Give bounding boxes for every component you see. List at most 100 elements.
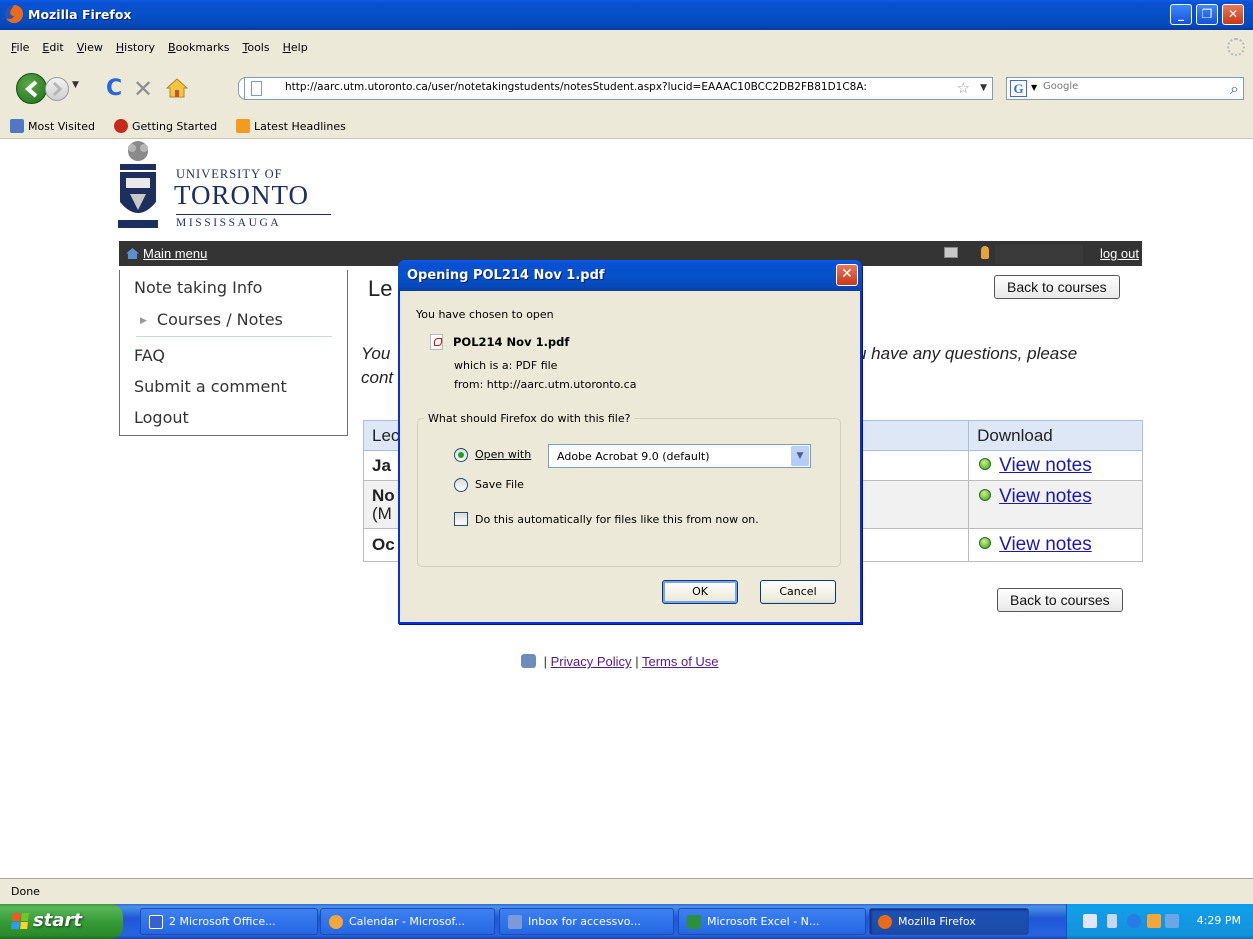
url-dropdown-icon[interactable]: ▼ — [980, 83, 987, 93]
printer-icon[interactable] — [944, 247, 958, 258]
home-footer-icon[interactable] — [521, 654, 536, 668]
green-bullet-icon — [979, 537, 992, 549]
intro-line1-right: u have any questions, please — [857, 344, 1078, 363]
save-file-label[interactable]: Save File — [475, 478, 524, 491]
menu-tools[interactable]: Tools — [237, 41, 277, 54]
tray-app-icon[interactable] — [1165, 914, 1179, 928]
download-cell: View notes — [968, 450, 1143, 481]
taskbar-item-excel[interactable]: Microsoft Excel - N... — [678, 908, 866, 935]
back-button[interactable] — [16, 73, 47, 104]
bookmark-getting-started[interactable]: Getting Started — [114, 119, 217, 133]
start-button[interactable]: start — [0, 904, 123, 939]
tray-help-icon[interactable] — [1083, 914, 1097, 928]
side-item-note-taking-info[interactable]: Note taking Info — [134, 278, 262, 297]
bookmark-latest-headlines[interactable]: Latest Headlines — [236, 119, 346, 133]
window-title: Mozilla Firefox — [28, 7, 132, 22]
firefox-bookmark-icon — [114, 119, 128, 133]
taskbar-item-label: 2 Microsoft Office... — [169, 915, 276, 928]
download-cell: View notes — [968, 480, 1143, 529]
excel-icon — [687, 915, 701, 929]
redacted-username — [995, 245, 1083, 264]
tray-arrow-icon[interactable] — [1127, 914, 1141, 928]
url-input[interactable] — [285, 81, 925, 93]
side-item-faq[interactable]: FAQ — [134, 346, 165, 365]
pdf-file-icon — [430, 334, 443, 350]
tray-network-icon[interactable] — [1107, 914, 1117, 928]
chevron-down-icon[interactable]: ▼ — [791, 446, 809, 466]
taskbar-item-label: Inbox for accessvo... — [528, 915, 641, 928]
status-text: Done — [11, 885, 40, 898]
menu-edit[interactable]: Edit — [37, 41, 71, 54]
bookmark-star-icon[interactable]: ☆ — [957, 79, 970, 97]
tray-calendar-icon[interactable] — [1147, 914, 1161, 928]
side-item-logout[interactable]: Logout — [134, 408, 189, 427]
firefox-icon — [878, 915, 892, 929]
search-icon[interactable]: ⌕ — [1230, 79, 1239, 99]
menu-file[interactable]: File — [6, 41, 37, 54]
view-notes-link[interactable]: View notes — [999, 486, 1092, 507]
taskbar-item-firefox[interactable]: Mozilla Firefox — [869, 908, 1029, 935]
dialog-close-button[interactable]: ✕ — [836, 264, 858, 286]
open-with-value: Adobe Acrobat 9.0 (default) — [557, 450, 710, 463]
dialog-title: Opening POL214 Nov 1.pdf — [407, 268, 605, 283]
bookmark-label: Most Visited — [28, 119, 95, 133]
download-cell: View notes — [968, 528, 1143, 562]
page-footer: | Privacy Policy | Terms of Use — [521, 654, 719, 669]
most-visited-icon — [10, 119, 24, 133]
column-header-download: Download — [968, 420, 1143, 451]
firefox-icon — [5, 4, 24, 23]
calendar-icon — [329, 915, 343, 929]
taskbar-item-calendar[interactable]: Calendar - Microsof... — [320, 908, 495, 935]
file-type-text: which is a: PDF file — [454, 359, 558, 372]
ok-button[interactable]: OK — [662, 580, 738, 604]
university-crest-icon — [118, 141, 158, 228]
utm-logo[interactable]: UNIVERSITY OF TORONTO MISSISSAUGA — [112, 140, 331, 235]
home-mini-icon — [126, 248, 139, 259]
intro-line1-left: You — [361, 344, 391, 363]
privacy-policy-link[interactable]: Privacy Policy — [551, 654, 632, 669]
main-menu-link[interactable]: Main menu — [126, 246, 207, 261]
url-bar[interactable]: ☆ ▼ — [244, 77, 993, 100]
home-icon[interactable] — [166, 77, 188, 99]
main-menu-label: Main menu — [143, 246, 208, 261]
close-button[interactable]: ✕ — [1222, 4, 1244, 25]
history-dropdown-icon[interactable]: ▼ — [72, 80, 79, 90]
open-with-select[interactable]: Adobe Acrobat 9.0 (default) ▼ — [548, 444, 811, 468]
restore-button[interactable]: ❐ — [1196, 4, 1218, 25]
view-notes-link[interactable]: View notes — [999, 455, 1092, 476]
back-to-courses-button-bottom[interactable]: Back to courses — [997, 588, 1123, 612]
google-engine-icon[interactable]: G — [1010, 80, 1027, 97]
chosen-to-open-text: You have chosen to open — [416, 308, 554, 321]
bookmark-most-visited[interactable]: Most Visited — [10, 119, 95, 133]
menu-view[interactable]: View — [72, 41, 111, 54]
menu-history[interactable]: History — [111, 41, 163, 54]
menu-help[interactable]: Help — [278, 41, 316, 54]
side-item-courses-notes[interactable]: ▶ Courses / Notes — [140, 310, 283, 329]
engine-dropdown-icon[interactable]: ▼ — [1031, 83, 1037, 92]
menu-bookmarks[interactable]: Bookmarks — [163, 41, 237, 54]
back-to-courses-button-top[interactable]: Back to courses — [994, 275, 1120, 299]
status-bar: Done — [0, 878, 1253, 904]
search-bar[interactable]: G ▼ ⌕ — [1006, 77, 1244, 100]
open-with-label[interactable]: Open with — [475, 448, 531, 461]
save-file-radio[interactable] — [454, 478, 468, 492]
mail-icon — [508, 915, 522, 929]
stop-icon[interactable]: ✕ — [133, 75, 153, 103]
forward-button[interactable] — [45, 77, 69, 101]
side-item-submit-comment[interactable]: Submit a comment — [134, 377, 287, 396]
taskbar-item-inbox[interactable]: Inbox for accessvo... — [499, 908, 674, 935]
view-notes-link[interactable]: View notes — [999, 534, 1092, 555]
terms-of-use-link[interactable]: Terms of Use — [642, 654, 719, 669]
logout-link[interactable]: log out — [1100, 246, 1139, 261]
open-with-radio[interactable] — [454, 448, 468, 462]
reload-icon[interactable]: C — [106, 76, 122, 101]
dialog-titlebar[interactable]: Opening POL214 Nov 1.pdf ✕ — [398, 260, 862, 291]
taskbar-item-label: Calendar - Microsof... — [349, 915, 466, 928]
window-titlebar[interactable]: Mozilla Firefox _ ❐ ✕ — [0, 0, 1253, 30]
auto-checkbox-label[interactable]: Do this automatically for files like thi… — [475, 513, 759, 526]
cancel-button[interactable]: Cancel — [760, 580, 836, 604]
taskbar-item-office[interactable]: 2 Microsoft Office... — [140, 908, 318, 935]
search-input[interactable] — [1043, 81, 1213, 92]
minimize-button[interactable]: _ — [1170, 4, 1192, 25]
auto-checkbox[interactable] — [454, 512, 468, 526]
